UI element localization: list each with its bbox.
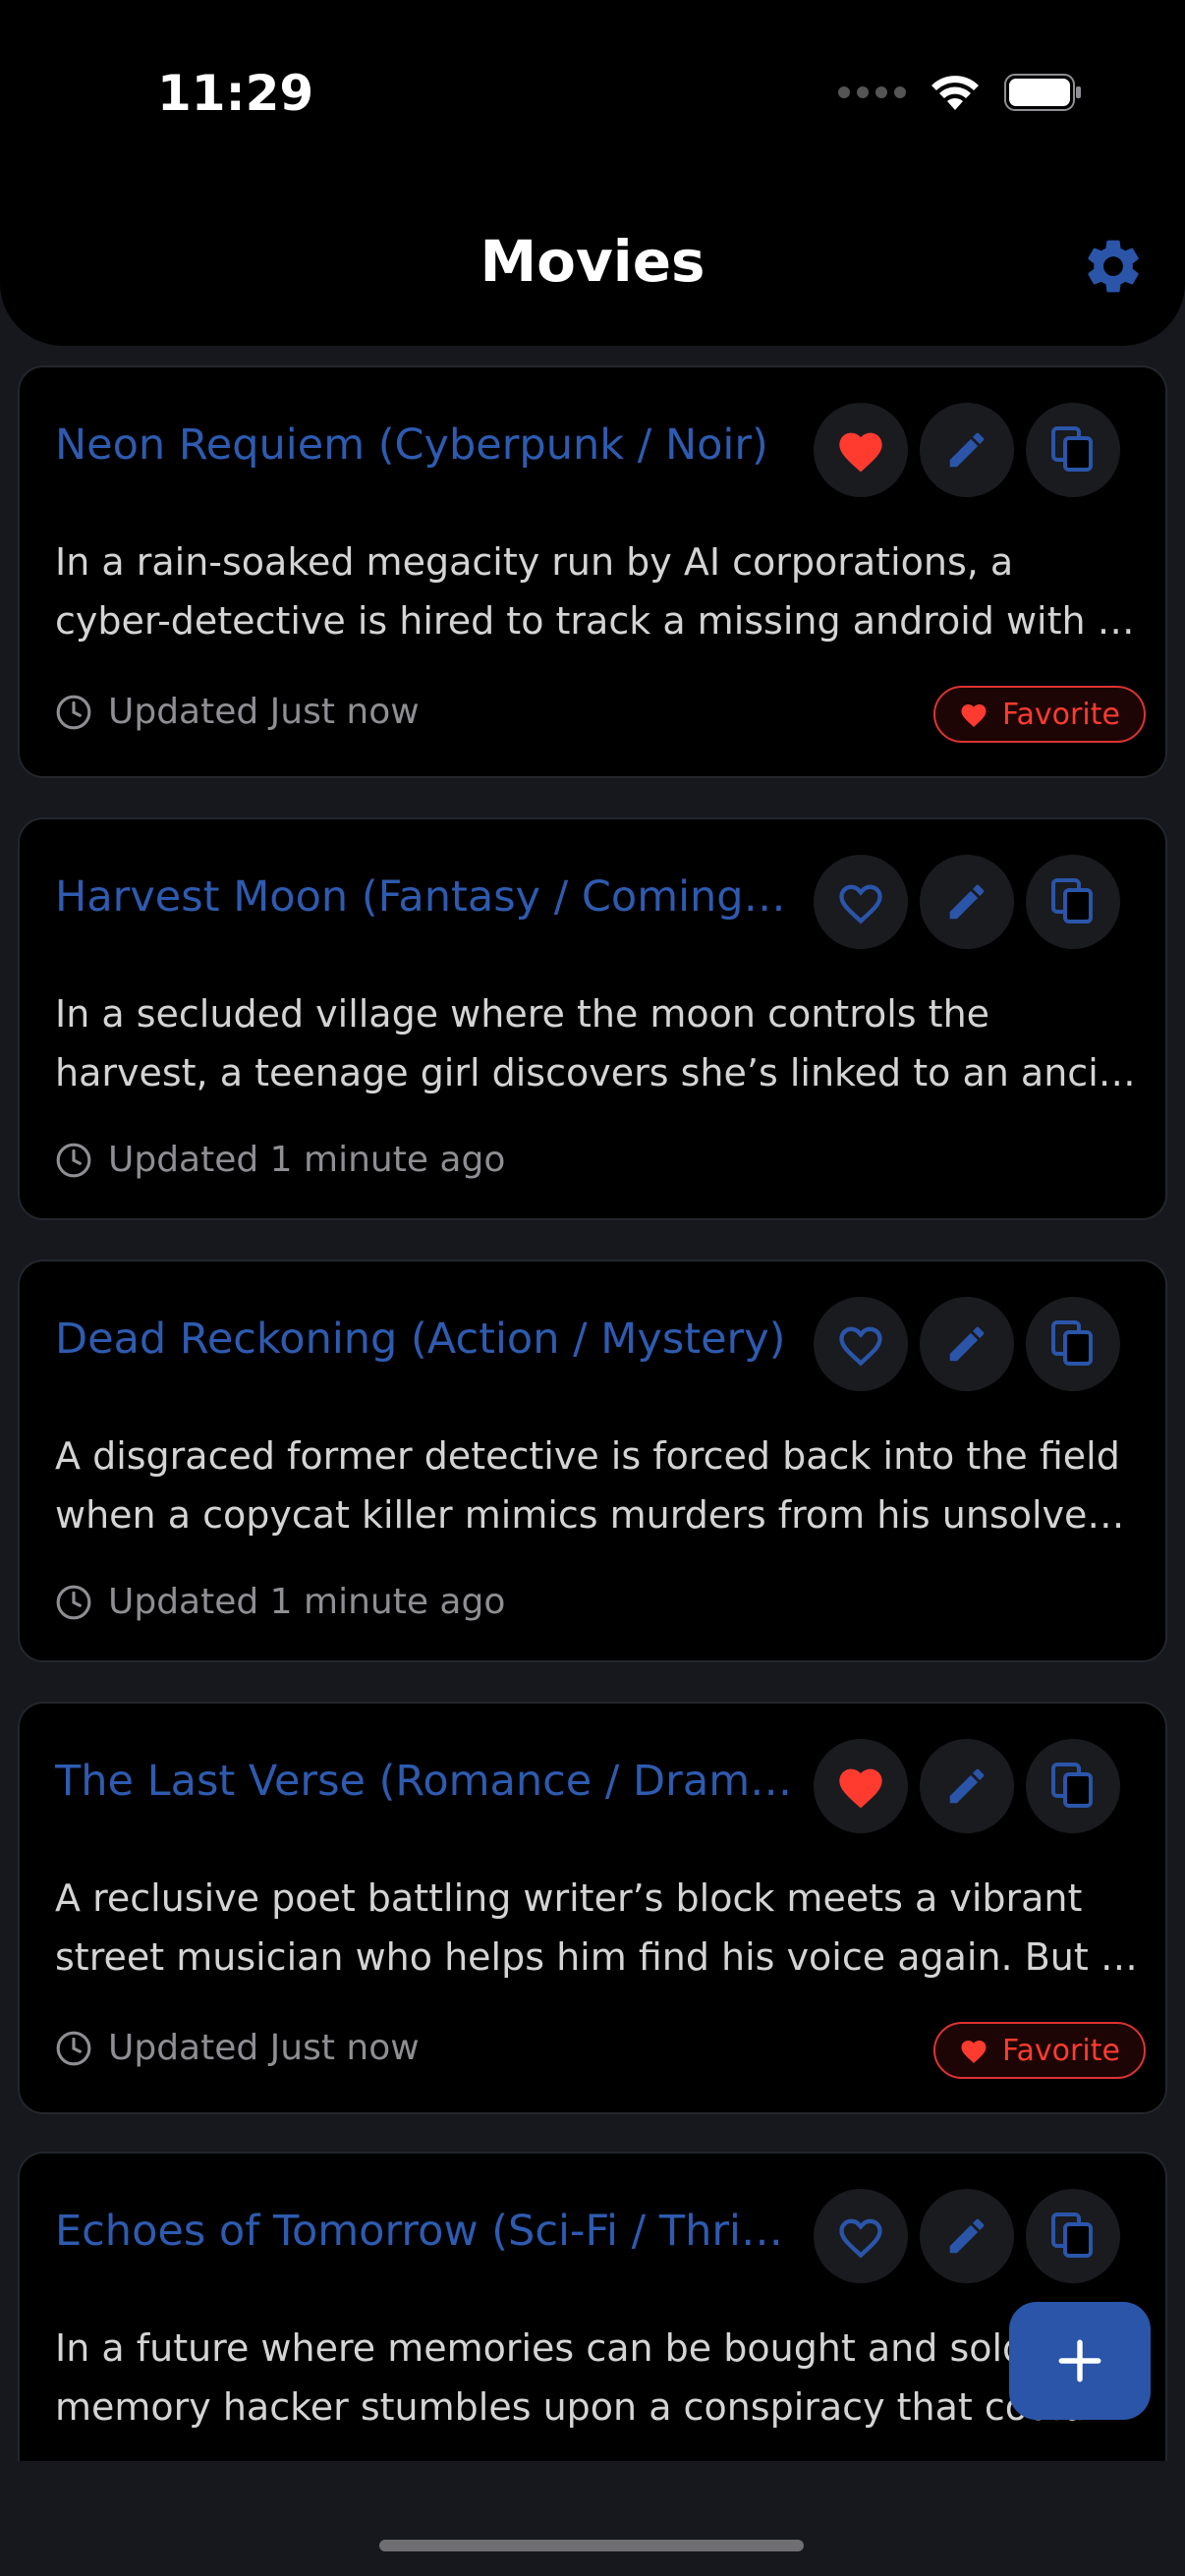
wifi-icon bbox=[931, 76, 979, 110]
description-line: harvest, a teenage girl discovers she’s … bbox=[55, 1051, 1146, 1094]
copy-icon bbox=[1051, 1763, 1093, 1808]
description-line: A reclusive poet battling writer’s block… bbox=[55, 1876, 1083, 1920]
movie-title[interactable]: Neon Requiem (Cyberpunk / Noir) bbox=[55, 420, 812, 470]
gear-icon[interactable] bbox=[1081, 234, 1146, 299]
updated-info: Updated 1 minute ago bbox=[55, 1582, 505, 1622]
copy-icon bbox=[1051, 2212, 1093, 2258]
description-line: In a future where memories can be bought… bbox=[55, 2326, 1039, 2370]
movie-description: A disgraced former detective is forced b… bbox=[55, 1427, 1146, 1544]
copy-icon bbox=[1051, 426, 1093, 472]
updated-text: Updated Just now bbox=[108, 2028, 420, 2068]
movie-title[interactable]: Echoes of Tomorrow (Sci-Fi / Thri… bbox=[55, 2207, 812, 2256]
movie-title[interactable]: Harvest Moon (Fantasy / Coming… bbox=[55, 872, 812, 922]
status-time: 11:29 bbox=[157, 65, 314, 122]
favorite-button[interactable] bbox=[814, 855, 908, 949]
clock-icon bbox=[56, 695, 91, 729]
app-screen: 11:29 Movies Neon Requiem (Cyberpunk / N… bbox=[0, 0, 1185, 2576]
pencil-icon bbox=[949, 1768, 985, 1804]
edit-button[interactable] bbox=[920, 403, 1014, 497]
heart-outline-icon bbox=[839, 2218, 882, 2259]
home-indicator[interactable] bbox=[379, 2540, 804, 2551]
clock-icon bbox=[56, 1143, 91, 1177]
updated-info: Updated Just now bbox=[55, 692, 420, 732]
duplicate-button[interactable] bbox=[1026, 1739, 1120, 1833]
description-line: cyber-detective is hired to track a miss… bbox=[55, 599, 1135, 643]
duplicate-button[interactable] bbox=[1026, 855, 1120, 949]
favorite-button[interactable] bbox=[814, 1739, 908, 1833]
pencil-icon bbox=[949, 432, 985, 468]
movie-card[interactable]: Neon Requiem (Cyberpunk / Noir) In a rai… bbox=[18, 365, 1167, 778]
pencil-icon bbox=[949, 1326, 985, 1362]
favorite-badge: Favorite bbox=[933, 2022, 1146, 2079]
clock-icon bbox=[56, 1585, 91, 1619]
favorite-button[interactable] bbox=[814, 2189, 908, 2283]
heart-filled-icon bbox=[961, 2041, 987, 2063]
updated-text: Updated 1 minute ago bbox=[108, 1140, 506, 1180]
movie-description: In a future where memories can be bought… bbox=[55, 2319, 1146, 2436]
description-line: A disgraced former detective is forced b… bbox=[55, 1434, 1120, 1478]
updated-text: Updated 1 minute ago bbox=[108, 1582, 506, 1622]
copy-icon bbox=[1051, 878, 1093, 924]
pencil-icon bbox=[949, 2218, 985, 2254]
description-line: memory hacker stumbles upon a conspiracy… bbox=[55, 2385, 1123, 2429]
favorite-badge-label: Favorite bbox=[1002, 697, 1120, 732]
clock-icon bbox=[56, 2031, 91, 2065]
bottom-safe-area bbox=[0, 2461, 1185, 2576]
duplicate-button[interactable] bbox=[1026, 1297, 1120, 1391]
movie-card[interactable]: Harvest Moon (Fantasy / Coming… In a sec… bbox=[18, 817, 1167, 1220]
plus-icon bbox=[1058, 2339, 1101, 2382]
battery-icon bbox=[1004, 74, 1081, 111]
movie-card[interactable]: The Last Verse (Romance / Dram… A reclus… bbox=[18, 1702, 1167, 2114]
updated-text: Updated Just now bbox=[108, 692, 420, 732]
description-line: when a copycat killer mimics murders fro… bbox=[55, 1493, 1146, 1537]
favorite-badge-label: Favorite bbox=[1002, 2033, 1120, 2068]
status-indicators bbox=[838, 73, 1083, 112]
signal-icon bbox=[838, 86, 906, 98]
edit-button[interactable] bbox=[920, 2189, 1014, 2283]
copy-icon bbox=[1051, 1320, 1093, 1366]
updated-info: Updated 1 minute ago bbox=[55, 1140, 505, 1180]
movie-card[interactable]: Dead Reckoning (Action / Mystery) A disg… bbox=[18, 1260, 1167, 1662]
heart-outline-icon bbox=[839, 884, 882, 924]
movie-title[interactable]: Dead Reckoning (Action / Mystery) bbox=[55, 1315, 812, 1364]
favorite-button[interactable] bbox=[814, 403, 908, 497]
movie-description: In a rain-soaked megacity run by AI corp… bbox=[55, 532, 1146, 650]
header: 11:29 Movies bbox=[0, 0, 1185, 346]
heart-outline-icon bbox=[839, 1326, 882, 1367]
movie-description: A reclusive poet battling writer’s block… bbox=[55, 1869, 1146, 1987]
duplicate-button[interactable] bbox=[1026, 2189, 1120, 2283]
description-line: In a secluded village where the moon con… bbox=[55, 992, 990, 1036]
updated-info: Updated Just now bbox=[55, 2028, 420, 2068]
movie-title[interactable]: The Last Verse (Romance / Dram… bbox=[55, 1757, 812, 1806]
heart-filled-icon bbox=[839, 432, 882, 473]
heart-filled-icon bbox=[839, 1768, 882, 1809]
add-movie-button[interactable] bbox=[1009, 2302, 1151, 2420]
description-line: In a rain-soaked megacity run by AI corp… bbox=[55, 540, 1014, 584]
favorite-badge: Favorite bbox=[933, 686, 1146, 743]
edit-button[interactable] bbox=[920, 1297, 1014, 1391]
description-line: street musician who helps him find his v… bbox=[55, 1935, 1146, 1979]
movie-description: In a secluded village where the moon con… bbox=[55, 984, 1146, 1102]
page-title: Movies bbox=[480, 228, 705, 295]
heart-filled-icon bbox=[961, 704, 987, 727]
edit-button[interactable] bbox=[920, 1739, 1014, 1833]
edit-button[interactable] bbox=[920, 855, 1014, 949]
duplicate-button[interactable] bbox=[1026, 403, 1120, 497]
pencil-icon bbox=[949, 884, 985, 920]
favorite-button[interactable] bbox=[814, 1297, 908, 1391]
